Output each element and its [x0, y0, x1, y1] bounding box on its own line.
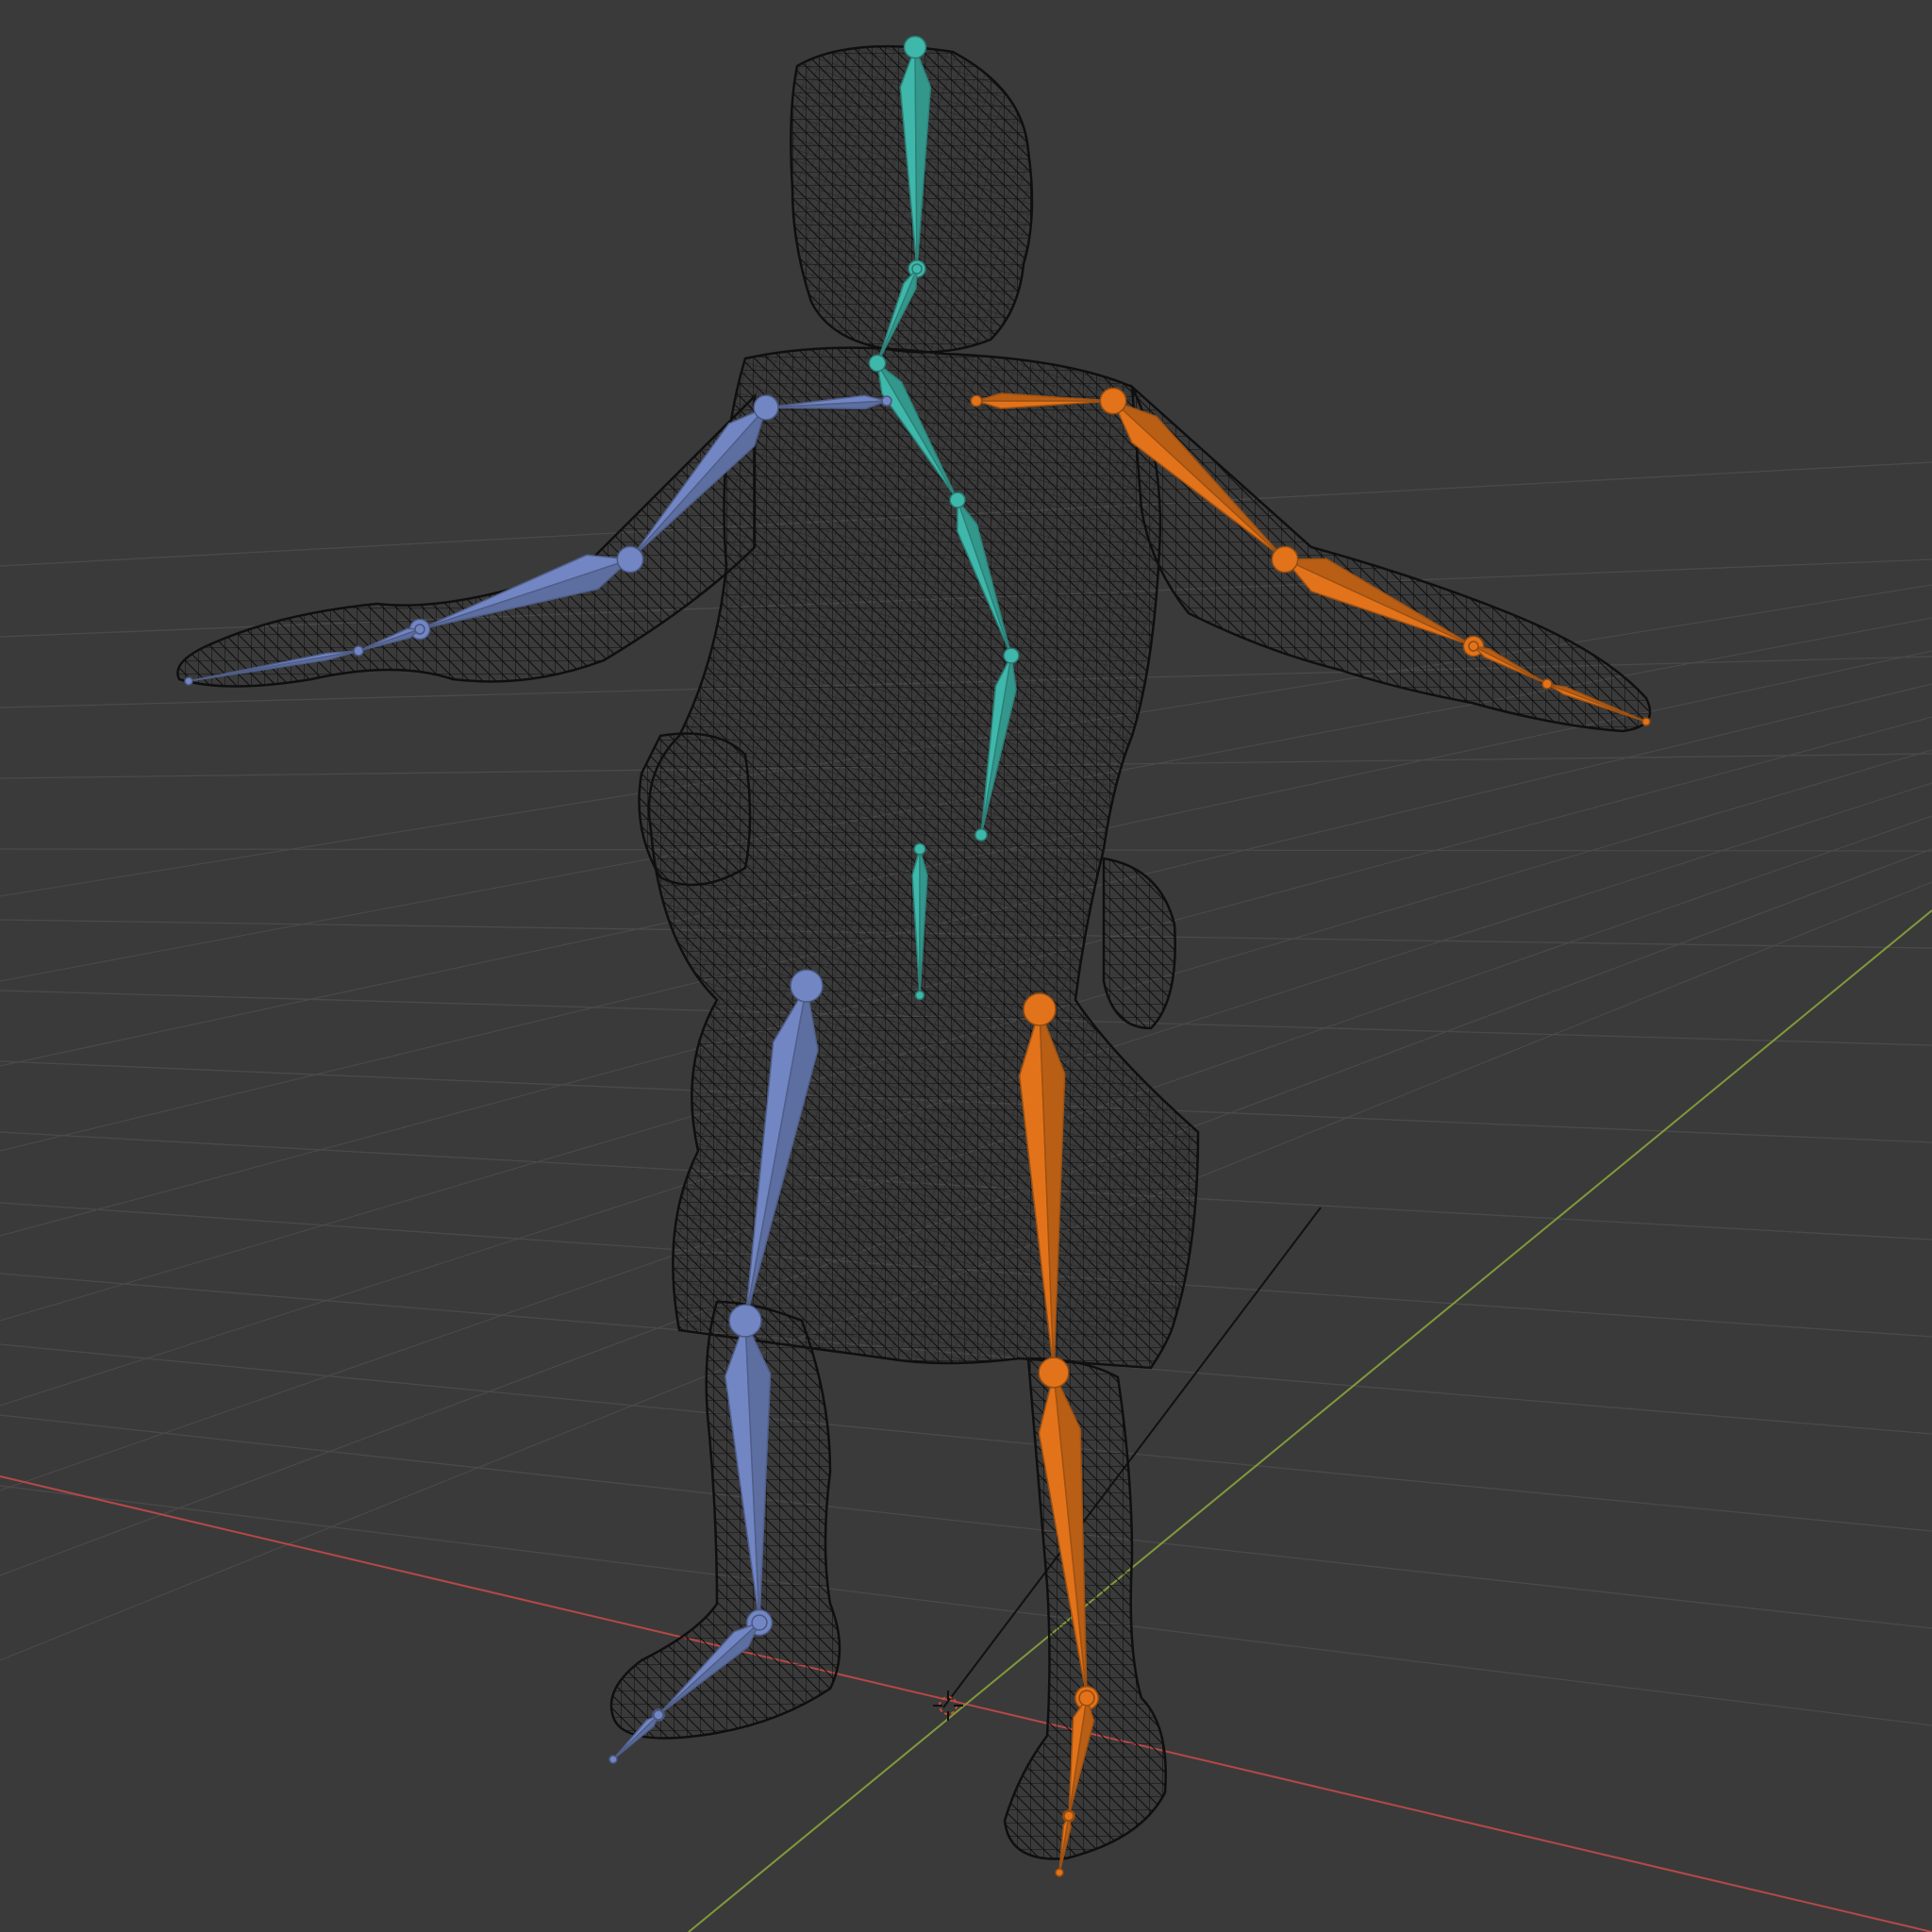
bone-shoulder-l-head-joint	[970, 394, 983, 408]
bone-toe-l-tail-joint	[1055, 1868, 1064, 1877]
bone-hand-r-head-joint	[414, 624, 425, 635]
bone-spine-mid-head-joint	[949, 491, 966, 508]
bone-upper-arm-r-head-joint	[753, 394, 779, 421]
bone-toe-r-tail-joint	[608, 1755, 618, 1764]
viewport-canvas[interactable]	[0, 0, 1932, 1932]
bone-head-head-joint	[903, 35, 927, 59]
bone-neck-head-joint	[911, 263, 923, 275]
bone-toe-r-head-joint	[653, 1709, 664, 1721]
3d-cursor-icon	[933, 1690, 963, 1721]
bone-finger-r-tail-joint	[184, 676, 193, 686]
bone-pelvis-tail-joint	[914, 990, 925, 1001]
bone-shin-l-head-joint	[1038, 1357, 1070, 1389]
bone-toe-l-head-joint	[1063, 1810, 1074, 1822]
bone-finger-r-head-joint	[353, 645, 364, 657]
bone-finger-l-tail-joint	[1641, 717, 1651, 726]
bone-spine-upper-head-joint	[868, 354, 887, 373]
mesh-arm-left	[1130, 383, 1652, 733]
bone-forearm-r-head-joint	[616, 545, 644, 574]
bone-shoulder-r-head-joint	[881, 395, 892, 407]
bone-thigh-r-head-joint	[790, 969, 824, 1003]
bone-spine-lower-head-joint	[1003, 647, 1020, 664]
bone-foot-l-head-joint	[1078, 1690, 1095, 1707]
mesh-leg-right	[609, 1300, 841, 1740]
mesh-belt-pouch-left	[1102, 857, 1176, 1030]
bone-foot-r-head-joint	[751, 1614, 768, 1631]
bone-pelvis-head-joint	[913, 842, 926, 856]
mesh-detail-overlay	[649, 46, 1198, 1364]
grid-line	[0, 1343, 1932, 1532]
bone-forearm-l-head-joint	[1271, 545, 1299, 574]
bone-spine-lower-tail-joint	[974, 828, 988, 841]
bone-thigh-l-head-joint	[1023, 992, 1057, 1026]
bone-upper-arm-l-head-joint	[1099, 387, 1127, 415]
bone-hand-l-head-joint	[1468, 641, 1479, 652]
3d-viewport[interactable]	[0, 0, 1932, 1932]
bone-finger-l-head-joint	[1541, 678, 1553, 690]
bone-shin-r-head-joint	[728, 1304, 762, 1338]
